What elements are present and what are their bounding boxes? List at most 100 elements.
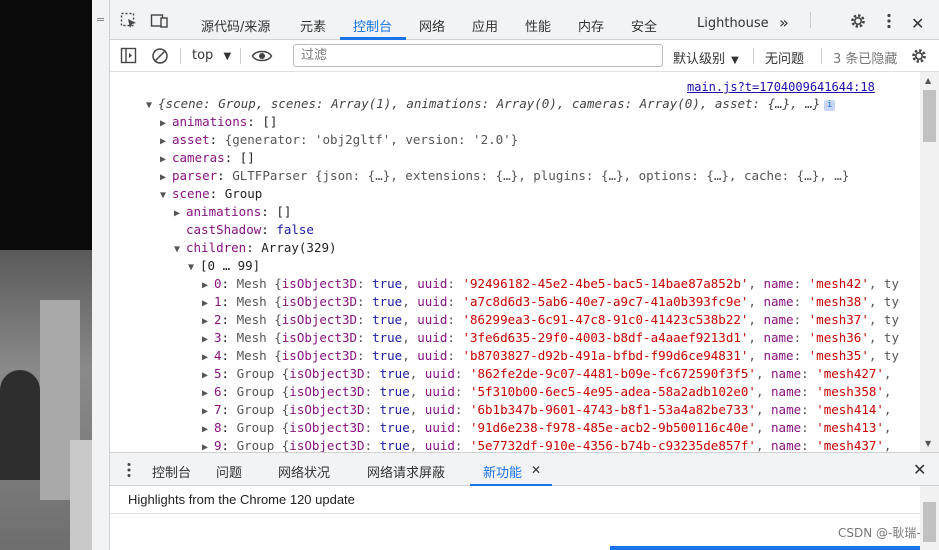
source-link[interactable]: main.js?t=1704009641644:18 <box>687 78 875 96</box>
drawer-tab-console[interactable]: 控制台 <box>152 462 191 481</box>
scroll-up-icon[interactable]: ▲ <box>925 76 931 85</box>
property-key: animations <box>172 114 248 129</box>
label-uuid: uuid <box>417 330 448 345</box>
array-item-row[interactable]: ▶ 2: Mesh {isObject3D: true, uuid: '86299… <box>202 311 899 329</box>
whats-new-panel: Highlights from the Chrome 120 update <box>110 486 939 550</box>
object-summary: {scene: Group, scenes: Array(1), animati… <box>158 96 821 111</box>
array-item-row[interactable]: ▶ 6: Group {isObject3D: true, uuid: '5f31… <box>202 383 891 401</box>
array-item-row[interactable]: ▶ 1: Mesh {isObject3D: true, uuid: 'a7c8d… <box>202 293 899 311</box>
scroll-down-icon[interactable]: ▼ <box>925 439 931 448</box>
clear-console-icon[interactable] <box>151 47 169 65</box>
expanded-triangle-icon: ▼ <box>174 244 181 255</box>
uuid-value: '86299ea3-6c91-47c8-91c0-41423c538b22' <box>462 312 749 327</box>
label-isobject3d: isObject3D <box>289 366 365 381</box>
tree-row[interactable]: ▼ scene: Group <box>160 185 262 203</box>
more-tabs-button[interactable]: » <box>779 13 789 32</box>
label-uuid: uuid <box>417 312 448 327</box>
drawer-tab-network-conditions[interactable]: 网络状况 <box>278 462 330 481</box>
uuid-value: '3fe6d635-29f0-4003-b8df-a4aaef9213d1' <box>462 330 749 345</box>
object-type: Mesh <box>236 294 267 309</box>
device-toolbar-icon[interactable] <box>150 12 168 30</box>
drawer-tab-request-blocking[interactable]: 网络请求屏蔽 <box>367 462 445 481</box>
collapsed-triangle-icon: ▶ <box>174 208 181 219</box>
scene-shape <box>70 440 92 550</box>
drawer-tab-whats-new[interactable]: 新功能 <box>483 462 522 481</box>
devtools-resize-handle[interactable] <box>92 0 110 550</box>
name-value: 'mesh413' <box>816 420 884 435</box>
grip-icon <box>97 18 104 21</box>
array-item-row[interactable]: ▶ 5: Group {isObject3D: true, uuid: '862f… <box>202 365 891 383</box>
drawer-menu-icon[interactable] <box>120 461 138 479</box>
kebab-menu-icon[interactable] <box>880 12 898 30</box>
tab-sources[interactable]: 源代码/来源 <box>201 16 270 35</box>
property-value: Group <box>224 186 263 201</box>
hidden-messages-count: 3 条已隐藏 <box>833 52 898 67</box>
info-icon[interactable]: i <box>824 100 836 111</box>
eye-icon[interactable] <box>251 47 273 65</box>
array-item-row[interactable]: ▶ 9: Group {isObject3D: true, uuid: '5e77… <box>202 437 891 452</box>
console-scrollbar[interactable]: ▲ ▼ <box>920 72 939 452</box>
array-index: 9 <box>214 438 222 452</box>
uuid-value: 'a7c8d6d3-5ab6-40e7-a9c7-41a0b393fc9e' <box>462 294 749 309</box>
tree-row[interactable]: ▶ cameras: [] <box>160 149 255 167</box>
label-name: name <box>763 312 794 327</box>
tab-performance[interactable]: 性能 <box>525 16 551 35</box>
label-isobject3d: isObject3D <box>281 294 358 309</box>
array-item-row[interactable]: ▶ 0: Mesh {isObject3D: true, uuid: '92496… <box>202 275 899 293</box>
issues-button[interactable]: 无问题 <box>765 48 804 67</box>
label-name: name <box>763 294 794 309</box>
uuid-value: '862fe2de-9c07-4481-b09e-fc672590f3f5' <box>469 366 756 381</box>
element-picker-icon[interactable] <box>120 12 138 30</box>
array-item-row[interactable]: ▶ 7: Group {isObject3D: true, uuid: '6b1b… <box>202 401 891 419</box>
tree-row[interactable]: ▶ animations: [] <box>174 203 291 221</box>
log-object-root[interactable]: ▼ {scene: Group, scenes: Array(1), animat… <box>146 95 836 113</box>
tab-elements[interactable]: 元素 <box>300 16 326 35</box>
tree-row[interactable]: ▶ asset: {generator: 'obj2gltf', version:… <box>160 131 518 149</box>
close-tab-icon[interactable]: ✕ <box>531 463 541 477</box>
tab-console[interactable]: 控制台 <box>353 16 392 35</box>
tree-row[interactable]: ▼ children: Array(329) <box>174 239 337 257</box>
devtools-tab-bar: 源代码/来源 元素 控制台 网络 应用 性能 内存 安全 Lighthouse … <box>110 0 939 40</box>
label-name: name <box>763 276 794 291</box>
divider <box>753 48 754 64</box>
sidebar-toggle-icon[interactable] <box>120 47 138 65</box>
tree-row[interactable]: ▶ animations: [] <box>160 113 277 131</box>
property-key: scene <box>172 186 210 201</box>
array-item-row[interactable]: ▶ 4: Mesh {isObject3D: true, uuid: 'b8703… <box>202 347 899 365</box>
label-uuid: uuid <box>424 384 455 399</box>
label-isobject3d: isObject3D <box>289 402 365 417</box>
tab-lighthouse[interactable]: Lighthouse <box>697 16 769 31</box>
tree-row[interactable]: ▶ parser: GLTFParser {json: {…}, extensio… <box>160 167 849 185</box>
scene-shape <box>0 370 40 480</box>
label-true: true <box>372 330 403 345</box>
scrollbar-thumb[interactable] <box>923 90 936 142</box>
name-value: 'mesh437' <box>816 438 884 452</box>
row-tail: , <box>883 384 892 399</box>
console-filter-input[interactable] <box>293 44 663 67</box>
tab-application[interactable]: 应用 <box>472 16 498 35</box>
console-settings-gear-icon[interactable] <box>910 47 928 65</box>
uuid-value: '6b1b347b-9601-4743-b8f1-53a4a82be733' <box>469 402 756 417</box>
tab-network[interactable]: 网络 <box>419 16 445 35</box>
array-item-row[interactable]: ▶ 3: Mesh {isObject3D: true, uuid: '3fe6d… <box>202 329 899 347</box>
object-type: Mesh <box>236 312 267 327</box>
drawer-tab-issues[interactable]: 问题 <box>216 462 242 481</box>
drawer-scrollbar[interactable] <box>920 486 939 550</box>
tab-memory[interactable]: 内存 <box>578 16 604 35</box>
scrollbar-thumb[interactable] <box>923 502 936 542</box>
tree-row[interactable]: ▼ [0 … 99] <box>188 257 260 275</box>
label-name: name <box>771 366 802 381</box>
divider <box>110 513 920 514</box>
gear-icon[interactable] <box>849 12 867 30</box>
array-item-row[interactable]: ▶ 8: Group {isObject3D: true, uuid: '91d6… <box>202 419 891 437</box>
close-devtools-button[interactable]: ✕ <box>911 14 924 33</box>
uuid-value: '91d6e238-f978-485e-acb2-9b500116c40e' <box>469 420 756 435</box>
property-value: GLTFParser {json: {…}, extensions: {…}, … <box>232 168 850 183</box>
context-selector-label: top <box>192 48 214 63</box>
property-value: [] <box>262 114 278 129</box>
log-levels-dropdown[interactable]: 默认级别 ▼ <box>673 48 739 67</box>
name-value: 'mesh36' <box>808 330 869 345</box>
tab-security[interactable]: 安全 <box>631 16 657 35</box>
close-drawer-button[interactable]: ✕ <box>913 460 926 479</box>
context-selector[interactable]: top ▼ <box>192 48 231 63</box>
